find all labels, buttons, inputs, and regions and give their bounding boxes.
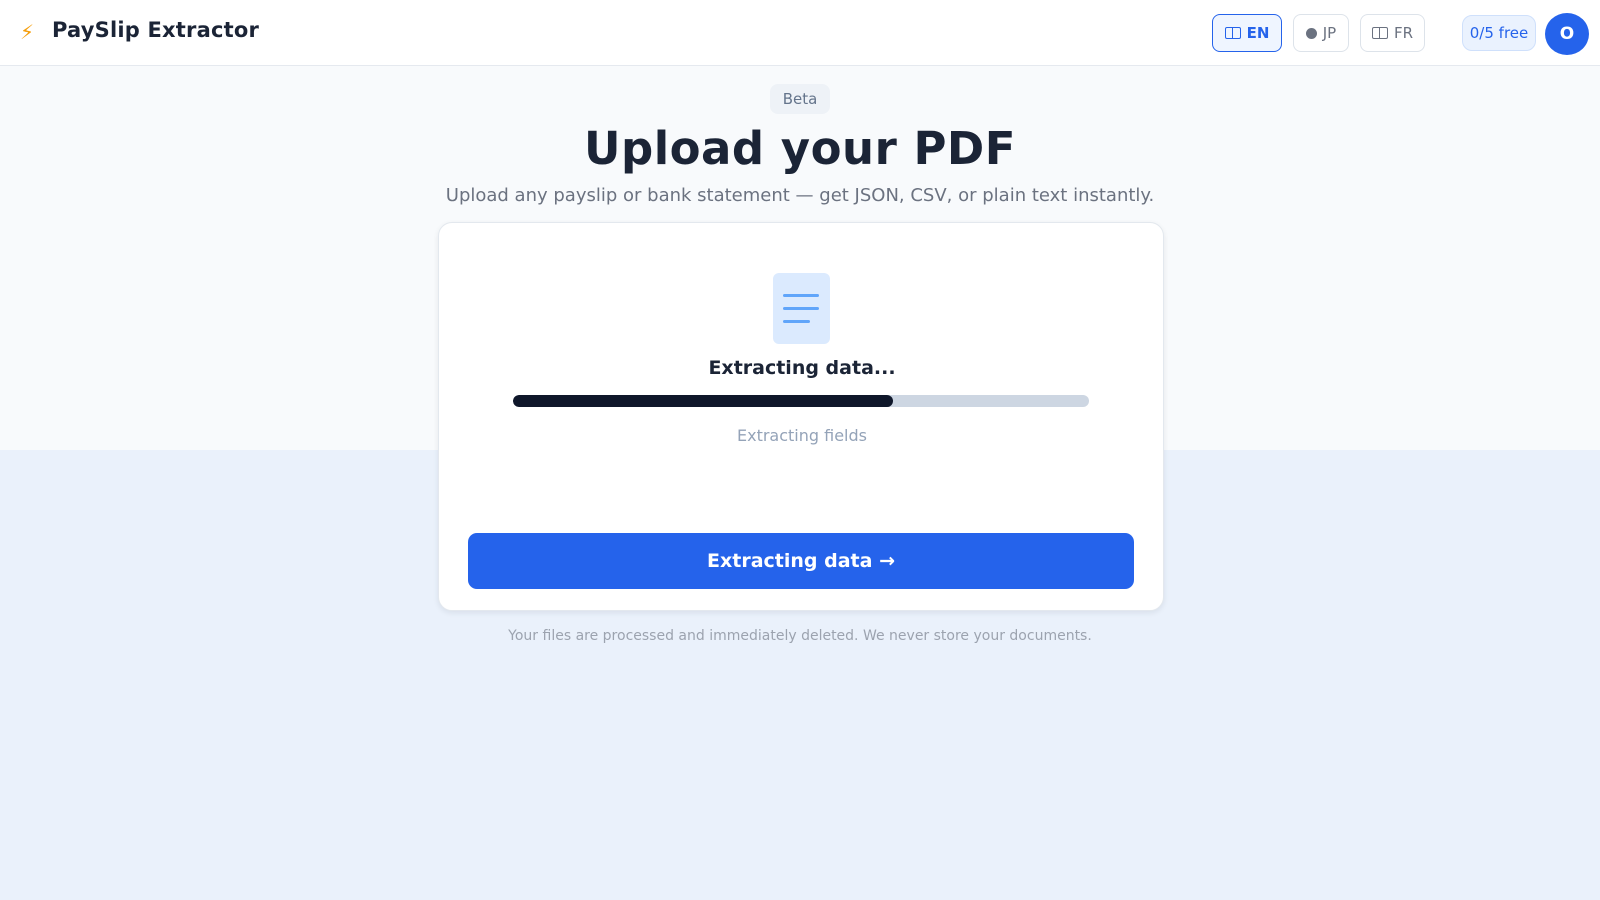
privacy-note: Your files are processed and immediately… [508,628,1092,644]
language-button-fr[interactable]: FR [1360,14,1425,52]
language-button-en[interactable]: EN [1212,14,1282,52]
language-label-jp: JP [1322,24,1337,42]
app-title[interactable]: PaySlip Extractor [52,18,259,42]
extract-button[interactable]: Extracting data → [468,533,1134,589]
progress-bar-fill [513,395,894,407]
language-label-en: EN [1246,24,1270,42]
beta-badge: Beta [770,84,830,114]
document-icon [773,273,830,344]
dot-icon [1305,27,1317,39]
flag-icon [1371,27,1388,39]
page-title: Upload your PDF [583,122,1017,175]
upload-card: Extracting data... Extracting fields Ext… [438,222,1164,611]
flag-icon [1224,27,1241,39]
language-label-fr: FR [1393,24,1414,42]
top-navbar: ⚡ PaySlip Extractor EN JP FR 0/5 free O [0,0,1600,66]
page-subtitle: Upload any payslip or bank statement — g… [445,185,1155,206]
extraction-status: Extracting data... [708,357,896,379]
lightning-icon: ⚡ [20,20,35,44]
user-avatar[interactable]: O [1545,13,1589,55]
usage-quota-badge: 0/5 free [1462,15,1536,51]
progress-step-label: Extracting fields [737,426,867,445]
progress-bar [513,395,1089,407]
language-button-jp[interactable]: JP [1293,14,1349,52]
